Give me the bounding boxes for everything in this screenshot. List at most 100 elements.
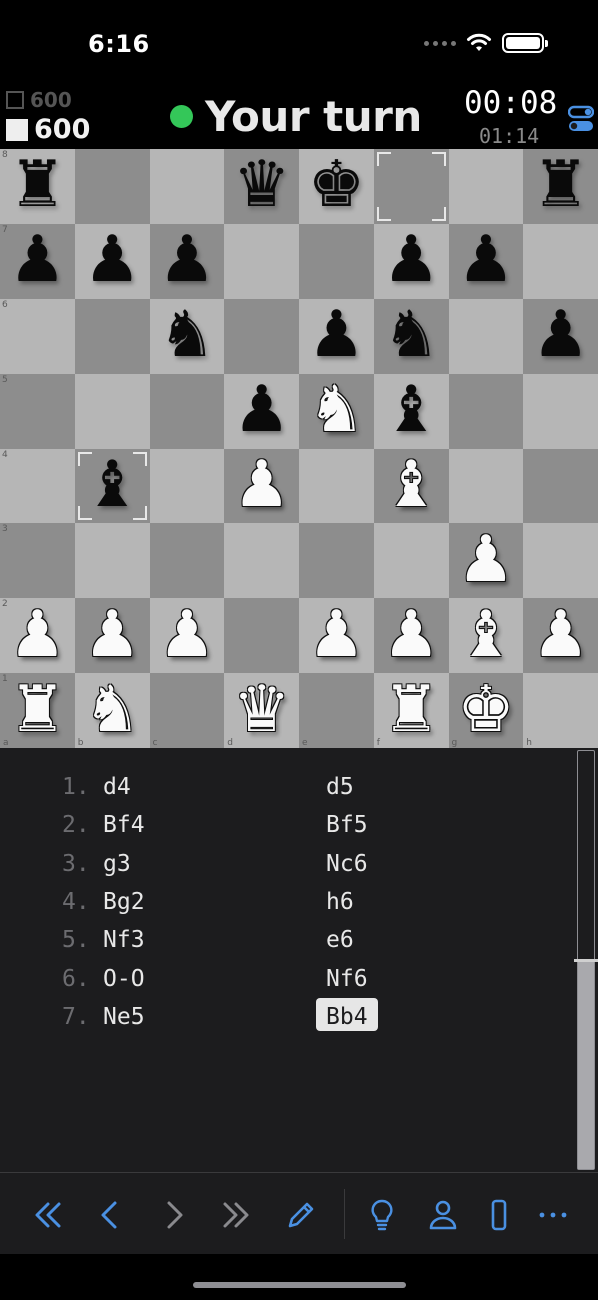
white-knight-icon[interactable]: ♞	[308, 378, 365, 442]
square-b4[interactable]: ♝	[74, 448, 150, 524]
black-pawn-icon[interactable]: ♟	[83, 228, 140, 292]
square-c8[interactable]	[149, 149, 225, 224]
square-c5[interactable]	[149, 373, 225, 449]
white-pawn-icon[interactable]: ♟	[532, 603, 589, 667]
black-bishop-icon[interactable]: ♝	[382, 378, 439, 442]
square-a8[interactable]: 8 ♜	[0, 149, 75, 224]
device-button[interactable]	[481, 1197, 517, 1233]
square-f4[interactable]: ♝	[373, 448, 449, 524]
square-h1[interactable]: h	[523, 673, 598, 748]
move-list-scrollbar[interactable]	[574, 750, 598, 1170]
square-f2[interactable]: ♟	[373, 598, 449, 674]
next-move-button[interactable]	[156, 1197, 192, 1233]
last-move-button[interactable]	[218, 1197, 254, 1233]
square-e5[interactable]: ♞	[299, 373, 374, 449]
edit-button[interactable]	[283, 1197, 319, 1233]
square-c7[interactable]: ♟	[149, 223, 225, 299]
square-e6[interactable]: ♟	[299, 298, 374, 374]
square-e8[interactable]: ♚	[299, 149, 374, 224]
home-indicator[interactable]	[193, 1282, 406, 1288]
more-button[interactable]	[535, 1197, 571, 1233]
white-pawn-icon[interactable]: ♟	[308, 603, 365, 667]
square-f3[interactable]	[373, 523, 449, 599]
white-rook-icon[interactable]: ♜	[9, 678, 66, 742]
square-b7[interactable]: ♟	[74, 223, 150, 299]
square-b3[interactable]	[74, 523, 150, 599]
square-a7[interactable]: 7 ♟	[0, 223, 75, 299]
black-pawn-icon[interactable]: ♟	[532, 303, 589, 367]
square-d7[interactable]	[224, 223, 299, 299]
square-g6[interactable]	[448, 298, 524, 374]
white-king-icon[interactable]: ♚	[457, 678, 514, 742]
square-g3[interactable]: ♟	[448, 523, 524, 599]
previous-move-button[interactable]	[92, 1197, 128, 1233]
white-queen-icon[interactable]: ♛	[233, 678, 290, 742]
square-a3[interactable]: 3	[0, 523, 75, 599]
square-h5[interactable]	[523, 373, 598, 449]
square-f5[interactable]: ♝	[373, 373, 449, 449]
square-b5[interactable]	[74, 373, 150, 449]
square-a4[interactable]: 4	[0, 448, 75, 524]
white-pawn-icon[interactable]: ♟	[9, 603, 66, 667]
white-knight-icon[interactable]: ♞	[83, 678, 140, 742]
square-g7[interactable]: ♟	[448, 223, 524, 299]
black-pawn-icon[interactable]: ♟	[457, 228, 514, 292]
square-g2[interactable]: ♝	[448, 598, 524, 674]
black-pawn-icon[interactable]: ♟	[233, 378, 290, 442]
square-c1[interactable]: c	[149, 673, 225, 748]
white-pawn-icon[interactable]: ♟	[158, 603, 215, 667]
square-e4[interactable]	[299, 448, 374, 524]
black-move[interactable]: Bb4	[316, 997, 378, 1031]
white-bishop-icon[interactable]: ♝	[382, 453, 439, 517]
square-h8[interactable]: ♜	[523, 149, 598, 224]
black-move[interactable]: Nc6	[316, 845, 378, 878]
white-move[interactable]: O-O	[103, 966, 145, 992]
black-move[interactable]: Nf6	[316, 960, 378, 993]
square-c4[interactable]	[149, 448, 225, 524]
white-bishop-icon[interactable]: ♝	[457, 603, 514, 667]
black-rook-icon[interactable]: ♜	[9, 153, 66, 217]
black-knight-icon[interactable]: ♞	[382, 303, 439, 367]
square-d2[interactable]	[224, 598, 299, 674]
white-move[interactable]: Bf4	[103, 812, 145, 838]
white-move[interactable]: d4	[103, 774, 131, 800]
square-d8[interactable]: ♛	[224, 149, 299, 224]
square-b8[interactable]	[74, 149, 150, 224]
black-pawn-icon[interactable]: ♟	[382, 228, 439, 292]
square-h4[interactable]	[523, 448, 598, 524]
square-a1[interactable]: 1 a ♜	[0, 673, 75, 748]
white-rook-icon[interactable]: ♜	[382, 678, 439, 742]
square-a6[interactable]: 6	[0, 298, 75, 374]
player-button[interactable]	[425, 1197, 461, 1233]
square-e2[interactable]: ♟	[299, 598, 374, 674]
chess-board[interactable]: 8 ♜ ♛ ♚ ♜ 7 ♟ ♟ ♟ ♟ ♟ 6 ♞ ♟ ♞ ♟ 5 ♟ ♞ ♝ 4 ♝ ♟ ♝ 3 ♟ 2 ♟ ♟ ♟ ♟ ♟ ♝ ♟ 1 a ♜ b ♞ c…	[0, 149, 598, 748]
square-h7[interactable]	[523, 223, 598, 299]
black-king-icon[interactable]: ♚	[308, 153, 365, 217]
black-pawn-icon[interactable]: ♟	[9, 228, 66, 292]
square-h6[interactable]: ♟	[523, 298, 598, 374]
white-move[interactable]: Nf3	[103, 927, 145, 953]
square-b1[interactable]: b ♞	[74, 673, 150, 748]
square-f7[interactable]: ♟	[373, 223, 449, 299]
black-pawn-icon[interactable]: ♟	[158, 228, 215, 292]
square-g1[interactable]: g ♚	[448, 673, 524, 748]
square-c3[interactable]	[149, 523, 225, 599]
square-g4[interactable]	[448, 448, 524, 524]
settings-toggle-icon[interactable]	[568, 104, 594, 134]
black-knight-icon[interactable]: ♞	[158, 303, 215, 367]
square-f6[interactable]: ♞	[373, 298, 449, 374]
square-e3[interactable]	[299, 523, 374, 599]
black-move[interactable]: e6	[316, 921, 364, 954]
square-d4[interactable]: ♟	[224, 448, 299, 524]
first-move-button[interactable]	[30, 1197, 66, 1233]
white-pawn-icon[interactable]: ♟	[457, 528, 514, 592]
square-d6[interactable]	[224, 298, 299, 374]
square-d3[interactable]	[224, 523, 299, 599]
square-h2[interactable]: ♟	[523, 598, 598, 674]
square-f1[interactable]: f ♜	[373, 673, 449, 748]
square-e7[interactable]	[299, 223, 374, 299]
black-move[interactable]: Bf5	[316, 806, 378, 839]
square-b2[interactable]: ♟	[74, 598, 150, 674]
white-pawn-icon[interactable]: ♟	[83, 603, 140, 667]
white-move[interactable]: g3	[103, 851, 131, 877]
